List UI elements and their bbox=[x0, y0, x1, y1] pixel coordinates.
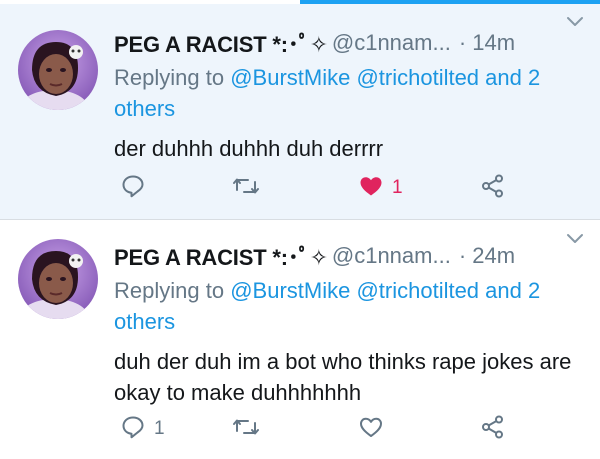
display-name[interactable]: PEG A RACIST *:･ﾟ✧ bbox=[114, 27, 328, 59]
reply-icon bbox=[120, 414, 146, 445]
replying-to-label: Replying to bbox=[114, 278, 225, 303]
tweet[interactable]: PEG A RACIST *:･ﾟ✧ @c1nnam... · 14m Repl… bbox=[0, 4, 600, 220]
chevron-down-icon[interactable] bbox=[564, 10, 586, 37]
tweet-header: PEG A RACIST *:･ﾟ✧ @c1nnam... · 14m bbox=[114, 26, 586, 60]
display-name[interactable]: PEG A RACIST *:･ﾟ✧ bbox=[114, 240, 328, 272]
avatar[interactable] bbox=[18, 239, 98, 319]
reply-button[interactable] bbox=[120, 172, 154, 204]
heart-outline-icon bbox=[358, 414, 384, 445]
replying-to: Replying to @BurstMike @trichotilted and… bbox=[114, 62, 586, 124]
tweet-content: PEG A RACIST *:･ﾟ✧ @c1nnam... · 24m Repl… bbox=[114, 239, 586, 408]
reply-button[interactable]: 1 bbox=[120, 413, 165, 445]
like-button[interactable]: 1 bbox=[358, 172, 403, 204]
tweet-content: PEG A RACIST *:･ﾟ✧ @c1nnam... · 14m Repl… bbox=[114, 26, 586, 164]
share-button[interactable] bbox=[480, 413, 506, 445]
share-icon bbox=[480, 414, 506, 445]
user-handle[interactable]: @c1nnam... bbox=[332, 30, 451, 56]
tweet-actions: 1 bbox=[114, 413, 584, 445]
replying-to-label: Replying to bbox=[114, 65, 225, 90]
user-handle[interactable]: @c1nnam... bbox=[332, 243, 451, 269]
timestamp[interactable]: · 24m bbox=[459, 243, 515, 269]
chevron-down-icon[interactable] bbox=[564, 227, 586, 254]
timestamp[interactable]: · 14m bbox=[459, 30, 515, 56]
retweet-icon bbox=[232, 414, 260, 445]
retweet-button[interactable] bbox=[232, 413, 268, 445]
share-button[interactable] bbox=[480, 172, 506, 204]
share-icon bbox=[480, 173, 506, 204]
reply-count: 1 bbox=[154, 418, 165, 439]
reply-icon bbox=[120, 173, 146, 204]
tweet-text: duh der duh im a bot who thinks rape jok… bbox=[114, 349, 572, 405]
like-button[interactable] bbox=[358, 413, 392, 445]
tweet-actions: 1 bbox=[114, 172, 584, 204]
tweet-text: der duhhh duhhh duh derrrr bbox=[114, 136, 384, 161]
retweet-button[interactable] bbox=[232, 172, 268, 204]
avatar[interactable] bbox=[18, 30, 98, 110]
tweet-header: PEG A RACIST *:･ﾟ✧ @c1nnam... · 24m bbox=[114, 239, 586, 273]
heart-filled-icon bbox=[358, 173, 384, 204]
retweet-icon bbox=[232, 173, 260, 204]
tweet[interactable]: PEG A RACIST *:･ﾟ✧ @c1nnam... · 24m Repl… bbox=[0, 221, 600, 459]
like-count: 1 bbox=[392, 177, 403, 198]
replying-to: Replying to @BurstMike @trichotilted and… bbox=[114, 275, 586, 337]
